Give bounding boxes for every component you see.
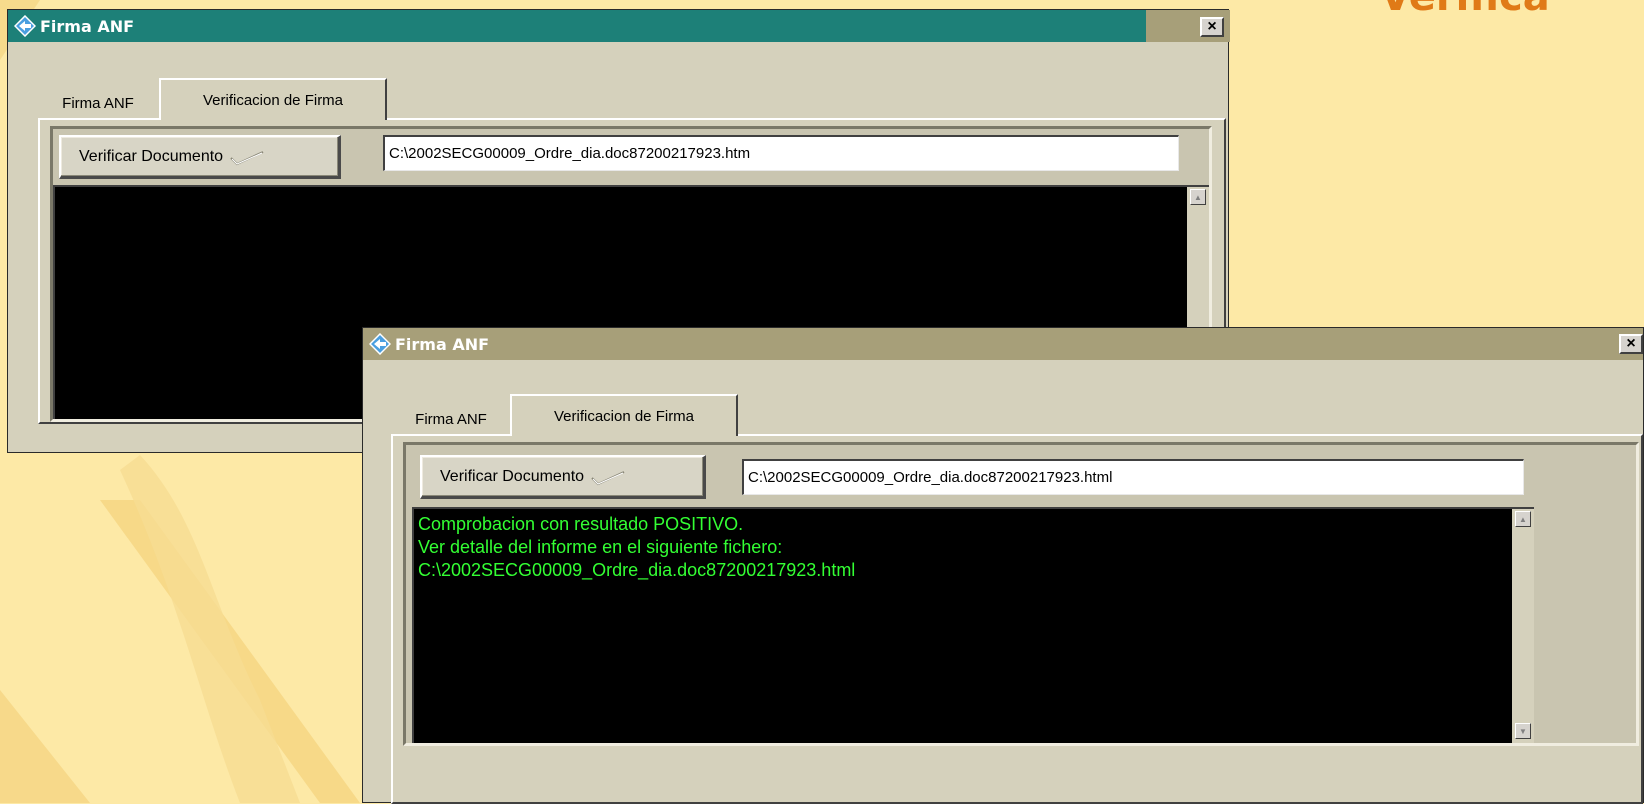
slide-title: Verifica (1380, 0, 1550, 20)
vertical-scrollbar[interactable]: ▲ ▼ (1512, 509, 1534, 743)
titlebar[interactable]: Firma ANF (363, 328, 1643, 360)
scroll-up-arrow-icon[interactable]: ▲ (1515, 511, 1531, 527)
file-path-input[interactable] (742, 459, 1524, 495)
tab-firma-anf[interactable]: Firma ANF (395, 404, 507, 434)
content-frame: Verificar Documento Comprobacion con res… (403, 442, 1639, 746)
window-front: Firma ANF × Firma ANF Verificacion de Fi… (362, 327, 1644, 804)
verificar-documento-button[interactable]: Verificar Documento (420, 455, 706, 499)
checkmark-icon (591, 470, 625, 485)
window-title: Firma ANF (395, 334, 490, 354)
tab-panel: Verificar Documento Comprobacion con res… (391, 434, 1643, 804)
close-button[interactable]: × (1200, 17, 1224, 37)
console-line: Ver detalle del informe en el siguiente … (418, 537, 783, 557)
window-title: Firma ANF (40, 16, 135, 36)
verificar-documento-button[interactable]: Verificar Documento (59, 135, 341, 179)
tab-verificacion-de-firma[interactable]: Verificacion de Firma (159, 78, 387, 120)
file-path-input[interactable] (383, 135, 1179, 171)
console-line: C:\2002SECG00009_Ordre_dia.doc8720021792… (418, 560, 856, 580)
close-x-icon: × (1207, 18, 1217, 35)
diamond-arrows-icon (14, 15, 36, 37)
titlebar[interactable]: Firma ANF (8, 10, 1228, 42)
console-output-text: Comprobacion con resultado POSITIVO. Ver … (418, 513, 855, 582)
checkmark-icon (230, 150, 264, 165)
output-console[interactable]: Comprobacion con resultado POSITIVO. Ver … (412, 507, 1534, 743)
close-x-icon: × (1626, 335, 1636, 352)
close-button[interactable]: × (1619, 334, 1643, 354)
diamond-arrows-icon (369, 333, 391, 355)
console-line: Comprobacion con resultado POSITIVO. (418, 514, 744, 534)
scroll-down-arrow-icon[interactable]: ▼ (1515, 723, 1531, 739)
scroll-up-arrow-icon[interactable]: ▲ (1190, 189, 1206, 205)
tab-firma-anf[interactable]: Firma ANF (42, 88, 154, 118)
tab-verificacion-de-firma[interactable]: Verificacion de Firma (510, 394, 738, 436)
